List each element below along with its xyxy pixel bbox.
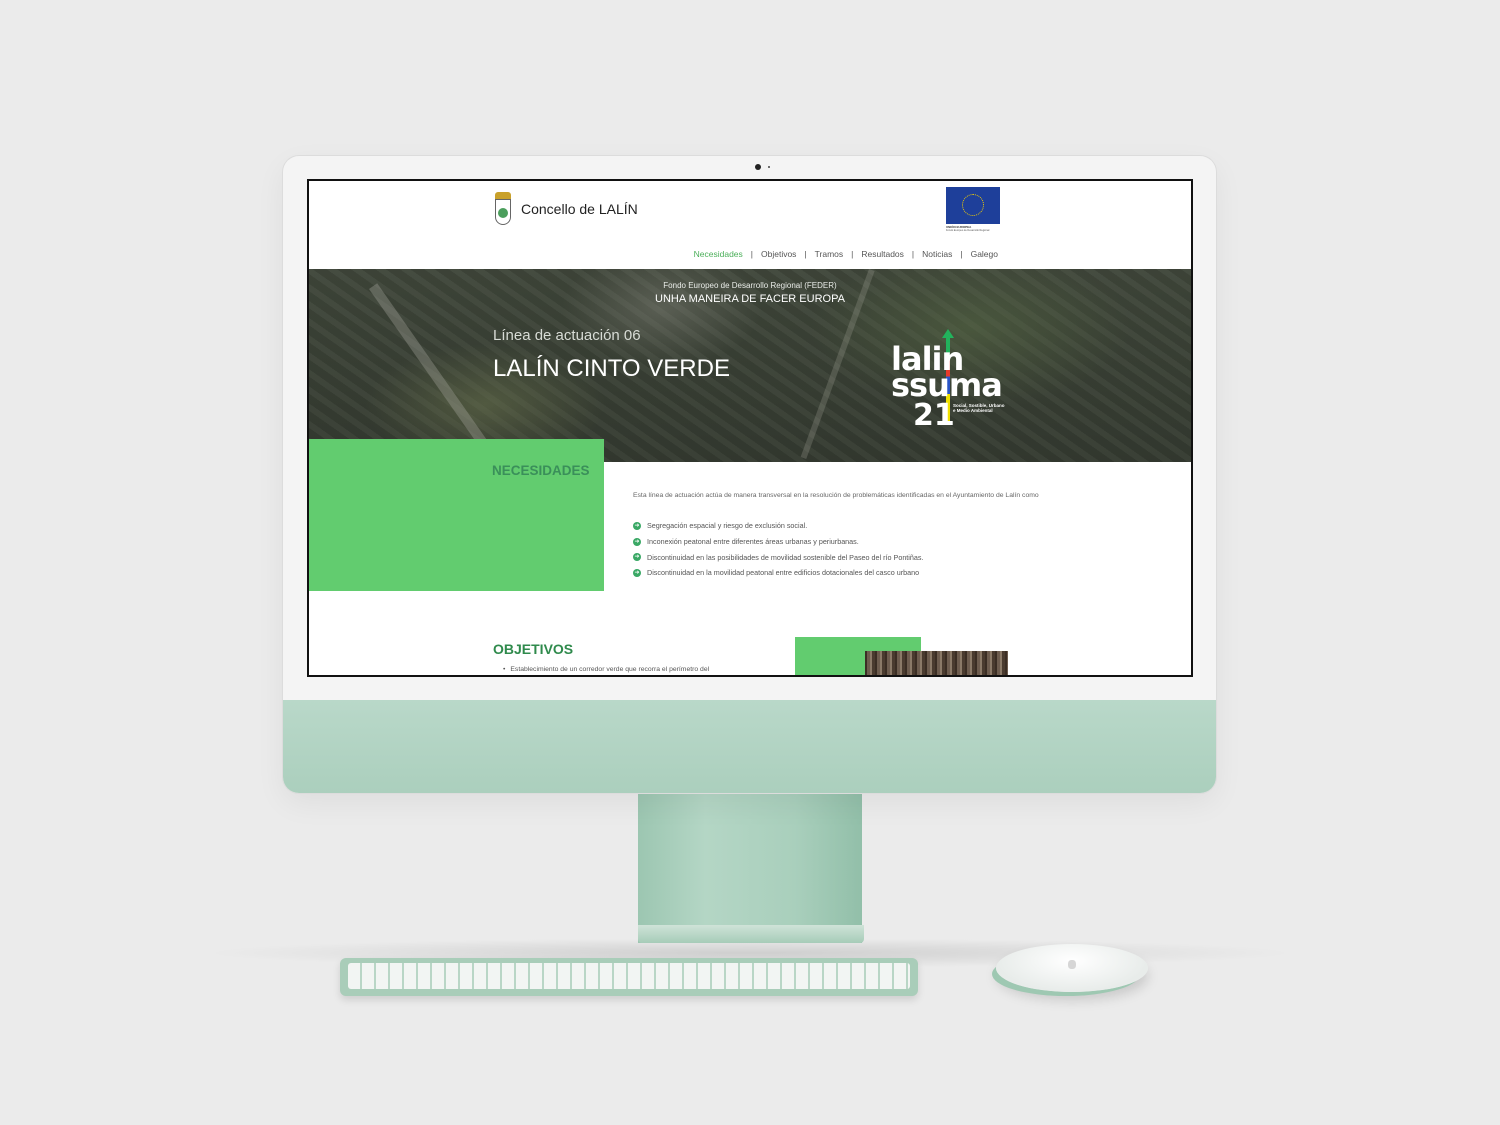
monitor-stand-base <box>638 925 864 943</box>
necesidades-intro: Esta línea de actuación actúa de manera … <box>633 492 1039 499</box>
hero-fund-text: Fondo Europeo de Desarrollo Regional (FE… <box>663 281 837 290</box>
camera-icon <box>755 164 761 170</box>
list-item-text: Discontinuidad en las posibilidades de m… <box>647 552 924 562</box>
eu-flag-icon <box>946 187 1000 224</box>
eu-sublabel: Fondo Europeo de Desarrollo Regional <box>946 229 990 232</box>
list-item: ➜ Discontinuidad en las posibilidades de … <box>633 549 924 565</box>
eu-stars-icon <box>962 194 984 216</box>
nav-tramos[interactable]: Tramos <box>815 249 844 259</box>
nav-galego[interactable]: Galego <box>971 249 998 259</box>
arrow-circle-icon: ➜ <box>633 537 641 546</box>
shield-icon <box>495 199 511 225</box>
hero-banner: Fondo Europeo de Desarrollo Regional (FE… <box>309 269 1191 470</box>
logo-text: Concello de LALÍN <box>521 201 638 217</box>
monitor-stand <box>638 793 862 943</box>
objetivos-title: OBJETIVOS <box>493 641 574 657</box>
list-item-text: Inconexión peatonal entre diferentes áre… <box>647 537 859 547</box>
browser-screen: Concello de LALÍN UNIÓN EUROPEA Fondo Eu… <box>307 179 1193 677</box>
logo-tagline-line-2: e Medio Ambiental <box>953 408 993 414</box>
logo-word-ssuma: ssuma <box>891 366 1003 404</box>
apple-logo-icon <box>1068 960 1076 969</box>
arrow-circle-icon: ➜ <box>633 553 641 562</box>
site-header: Concello de LALÍN UNIÓN EUROPEA Fondo Eu… <box>309 181 1191 269</box>
coat-of-arms-icon <box>493 192 513 226</box>
monitor-chin <box>283 700 1216 793</box>
arrow-circle-icon: ➜ <box>633 521 641 530</box>
list-item: ➜ Discontinuidad en la movilidad peatonal… <box>633 565 924 581</box>
objetivos-item: Establecimiento de un corredor verde que… <box>503 666 709 673</box>
hero-subtitle: Línea de actuación 06 <box>493 327 641 344</box>
necesidades-list: ➜ Segregación espacial y riesgo de exclus… <box>633 518 924 581</box>
nav-separator: | <box>750 249 753 259</box>
logo-number-21: 21 <box>913 398 955 433</box>
nav-separator: | <box>804 249 807 259</box>
list-item: ➜ Segregación espacial y riesgo de exclus… <box>633 518 924 534</box>
nav-separator: | <box>911 249 915 259</box>
sensor-dot <box>768 166 770 168</box>
keyboard-keys <box>348 963 910 989</box>
lalin-ssuma-21-logo: lalin ssuma 21 Social, Sostible, Urbano … <box>891 329 1021 441</box>
nav-separator: | <box>851 249 854 259</box>
hero-motto: UNHA MANEIRA DE FACER EUROPA <box>655 293 845 305</box>
main-nav: Necesidades | Objetivos | Tramos | Resul… <box>694 249 998 259</box>
list-item-text: Discontinuidad en la movilidad peatonal … <box>647 568 920 578</box>
necesidades-title: NECESIDADES <box>492 463 590 478</box>
list-item: ➜ Inconexión peatonal entre diferentes ár… <box>633 534 924 550</box>
site-logo[interactable]: Concello de LALÍN <box>493 192 638 226</box>
necesidades-green-block <box>309 439 604 591</box>
hero-title: LALÍN CINTO VERDE <box>493 355 730 382</box>
nav-separator: | <box>960 249 963 259</box>
list-item-text: Segregación espacial y riesgo de exclusi… <box>647 521 808 531</box>
mouse <box>996 944 1148 992</box>
nav-necesidades[interactable]: Necesidades <box>694 249 743 259</box>
arrow-circle-icon: ➜ <box>633 568 641 577</box>
keyboard <box>340 958 918 996</box>
logo-tagline: Social, Sostible, Urbano e Medio Ambient… <box>953 403 1005 414</box>
nav-objetivos[interactable]: Objetivos <box>761 249 796 259</box>
nav-noticias[interactable]: Noticias <box>922 249 952 259</box>
forest-photo <box>865 651 1008 675</box>
crown-icon <box>495 192 511 199</box>
nav-resultados[interactable]: Resultados <box>861 249 904 259</box>
